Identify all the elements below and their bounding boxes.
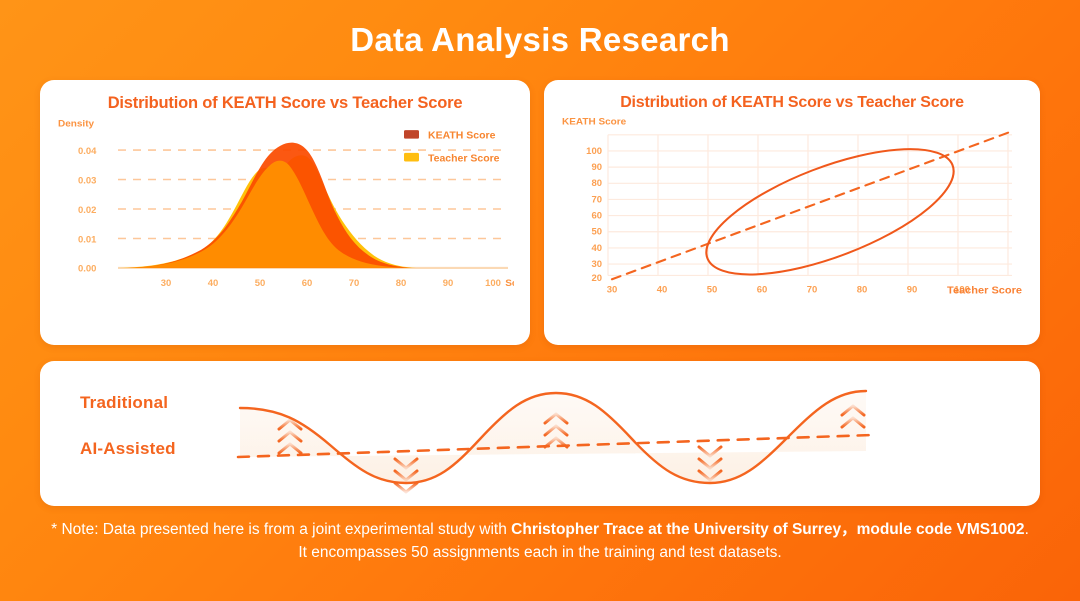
svg-text:30: 30 xyxy=(607,285,618,295)
scatter-confidence-ellipse xyxy=(705,148,955,276)
density-chart-card: Distribution of KEATH Score vs Teacher S… xyxy=(40,80,530,345)
svg-text:30: 30 xyxy=(591,259,602,269)
svg-text:50: 50 xyxy=(591,227,602,237)
scatter-svg: KEATH Score 100 90 80 70 60 50 40 30 20 … xyxy=(562,117,1022,297)
svg-text:90: 90 xyxy=(591,162,602,172)
svg-text:100: 100 xyxy=(586,146,602,156)
svg-text:50: 50 xyxy=(255,278,266,288)
legend-swatch-keath xyxy=(404,130,419,139)
density-x-ticks: 30 40 50 60 70 80 90 100 xyxy=(161,278,501,288)
svg-text:0.02: 0.02 xyxy=(78,205,96,215)
svg-text:90: 90 xyxy=(907,285,918,295)
svg-text:90: 90 xyxy=(443,278,454,288)
wave-fill-area xyxy=(240,391,866,483)
scatter-y-ticks: 100 90 80 70 60 50 40 30 20 xyxy=(586,146,602,283)
scatter-chart-title: Distribution of KEATH Score vs Teacher S… xyxy=(620,94,964,111)
footnote: * Note: Data presented here is from a jo… xyxy=(0,518,1080,565)
svg-text:60: 60 xyxy=(757,285,768,295)
svg-text:0.00: 0.00 xyxy=(78,264,96,274)
scatter-chart-card: Distribution of KEATH Score vs Teacher S… xyxy=(544,80,1040,345)
page-header: Data Analysis Research xyxy=(0,0,1080,80)
footnote-bold-module: module code VMS1002 xyxy=(856,521,1025,538)
legend-swatch-teacher xyxy=(404,152,419,162)
svg-text:30: 30 xyxy=(161,278,172,288)
svg-text:80: 80 xyxy=(857,285,868,295)
wave-svg xyxy=(236,389,874,494)
footnote-bold-author: Christopher Trace at the University of S… xyxy=(511,521,857,538)
svg-text:0.01: 0.01 xyxy=(78,234,96,244)
svg-text:20: 20 xyxy=(591,273,602,283)
density-y-axis-label: Density xyxy=(58,119,95,130)
wave-label-ai-assisted: AI-Assisted xyxy=(80,439,176,458)
charts-row: Distribution of KEATH Score vs Teacher S… xyxy=(0,80,1080,345)
density-chart-title: Distribution of KEATH Score vs Teacher S… xyxy=(107,94,463,112)
svg-text:80: 80 xyxy=(591,178,602,188)
density-plot: Density 0.04 0.03 0.02 0.01 0.00 KEATH S… xyxy=(56,113,514,324)
density-y-ticks: 0.04 0.03 0.02 0.01 0.00 xyxy=(78,146,97,274)
svg-text:40: 40 xyxy=(208,278,219,288)
page-title: Data Analysis Research xyxy=(350,21,730,58)
density-x-axis-label: Score xyxy=(505,278,514,289)
svg-text:70: 70 xyxy=(591,194,602,204)
wave-series-labels: Traditional AI-Assisted xyxy=(80,393,176,485)
trend-wave-card: Traditional AI-Assisted xyxy=(40,361,1040,506)
svg-text:40: 40 xyxy=(591,243,602,253)
density-svg: Density 0.04 0.03 0.02 0.01 0.00 KEATH S… xyxy=(58,119,514,289)
scatter-y-axis-label: KEATH Score xyxy=(562,117,627,128)
scatter-x-axis-label: Teacher Score xyxy=(947,285,1022,297)
svg-text:50: 50 xyxy=(707,285,718,295)
svg-text:60: 60 xyxy=(302,278,313,288)
legend-label-teacher: Teacher Score xyxy=(428,154,500,165)
svg-text:40: 40 xyxy=(657,285,668,295)
svg-text:100: 100 xyxy=(485,278,501,288)
scatter-reference-line xyxy=(610,130,1012,281)
footnote-prefix: * Note: Data presented here is from a jo… xyxy=(51,521,512,538)
wave-label-traditional: Traditional xyxy=(80,393,169,412)
svg-text:60: 60 xyxy=(591,211,602,221)
svg-text:0.03: 0.03 xyxy=(78,176,96,186)
scatter-x-ticks: 30 40 50 60 70 80 90 100 xyxy=(607,285,970,295)
svg-text:0.04: 0.04 xyxy=(78,146,97,156)
scatter-plot: KEATH Score 100 90 80 70 60 50 40 30 20 … xyxy=(560,112,1024,323)
density-legend: KEATH Score Teacher Score xyxy=(404,130,500,164)
poster-root: Data Analysis Research Distribution of K… xyxy=(0,0,1080,601)
svg-text:70: 70 xyxy=(807,285,818,295)
legend-label-keath: KEATH Score xyxy=(428,131,496,142)
svg-text:70: 70 xyxy=(349,278,360,288)
svg-text:80: 80 xyxy=(396,278,407,288)
